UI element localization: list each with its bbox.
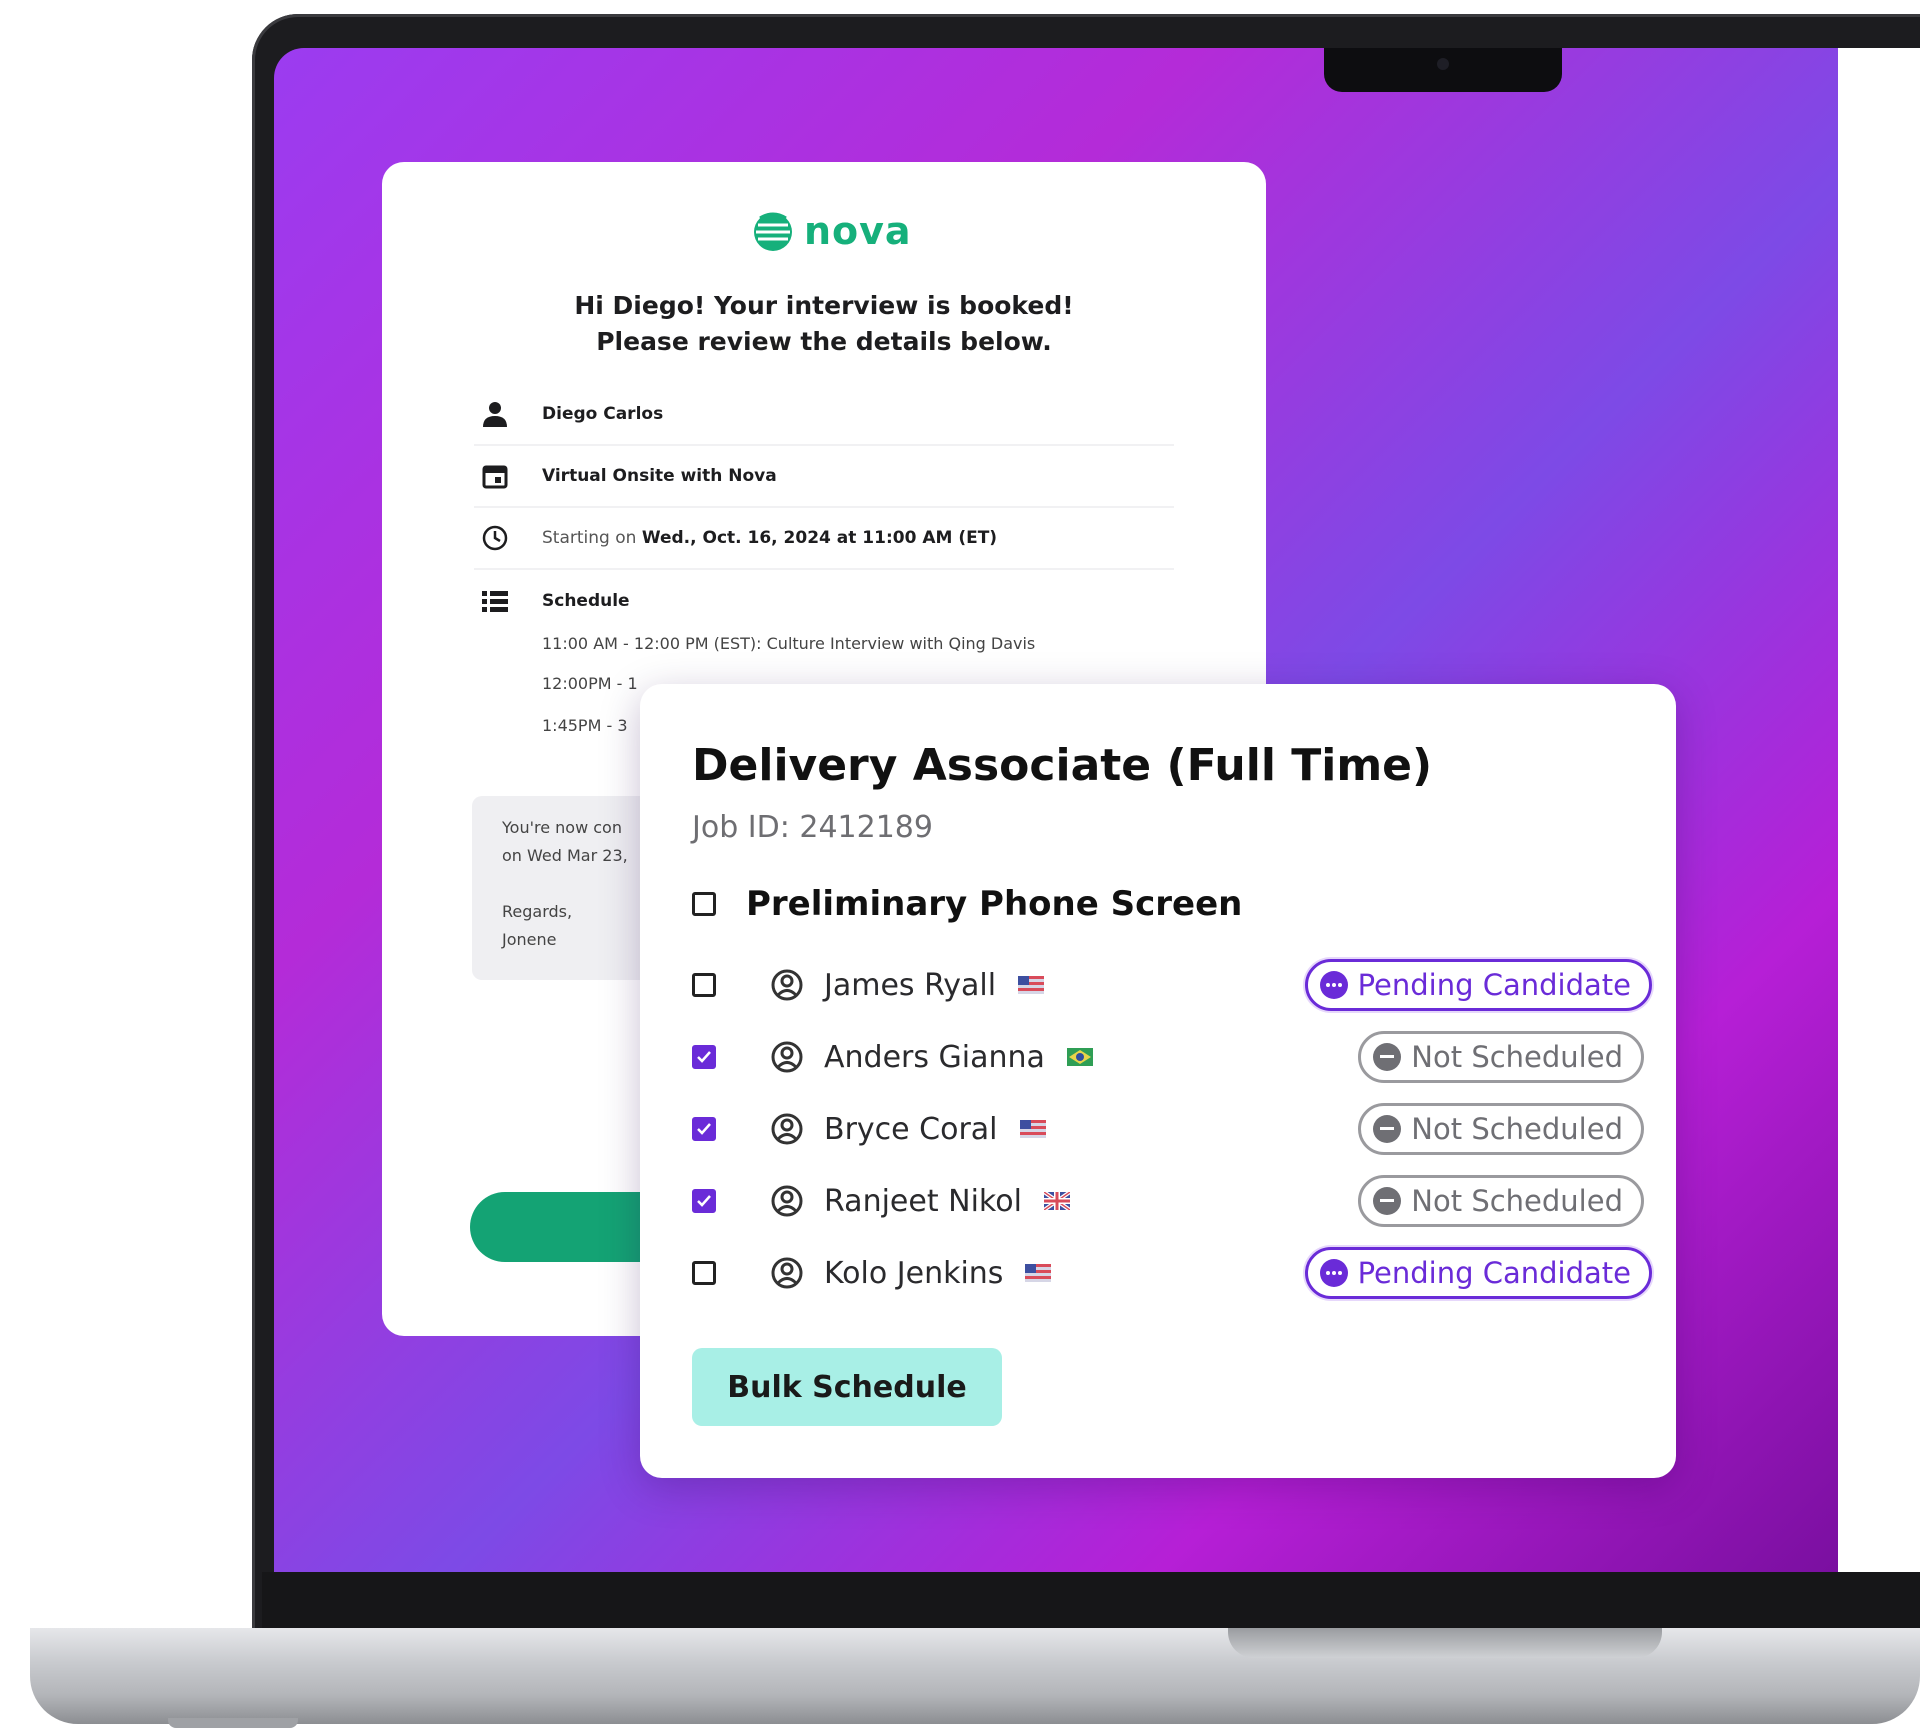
job-schedule-card: Delivery Associate (Full Time) Job ID: 2… [640,684,1676,1478]
greeting-line: Hi Diego! Your interview is booked! [574,291,1074,320]
notice-line: Jonene [502,930,557,949]
candidate-row: Kolo Jenkins Pending Candidate [692,1243,1652,1303]
detail-row-candidate: Diego Carlos [474,384,1174,446]
candidate-name[interactable]: Ranjeet Nikol [824,1184,1022,1219]
candidate-checkbox[interactable] [692,1261,716,1285]
nova-logo: nova [750,208,912,254]
user-circle-icon [771,1185,803,1217]
detail-row-start: Starting on Wed., Oct. 16, 2024 at 11:00… [474,508,1174,570]
status-text: Not Scheduled [1411,1112,1623,1146]
greeting: Hi Diego! Your interview is booked! Plea… [382,288,1266,360]
notice-line: Regards, [502,902,573,921]
logo-text: nova [804,209,912,253]
clock-icon [478,523,512,553]
list-icon [478,586,512,616]
us-flag-icon [1025,1264,1052,1282]
stage-label: Preliminary Phone Screen [746,884,1243,924]
minus-icon [1373,1187,1402,1215]
us-flag-icon [1018,976,1045,994]
status-text: Pending Candidate [1357,968,1631,1002]
status-text: Not Scheduled [1411,1040,1623,1074]
globe-icon [754,212,792,251]
interview-details: Diego Carlos Virtual Onsite with Nova St… [474,384,1174,735]
detail-row-event: Virtual Onsite with Nova [474,446,1174,508]
job-id: Job ID: 2412189 [692,810,933,845]
schedule-item: 1:45PM - 3 [542,716,628,735]
bulk-schedule-button[interactable]: Bulk Schedule [692,1348,1002,1426]
stage-group: Preliminary Phone Screen [692,884,1242,924]
candidate-row: James Ryall Pending Candidate [692,955,1652,1015]
job-title: Delivery Associate (Full Time) [692,740,1433,791]
status-text: Not Scheduled [1411,1184,1623,1218]
candidate-checkbox[interactable] [692,973,716,997]
candidate-name[interactable]: Kolo Jenkins [824,1256,1003,1291]
us-flag-icon [1019,1120,1046,1138]
status-badge[interactable]: Not Scheduled [1358,1175,1644,1227]
status-badge[interactable]: Pending Candidate [1304,959,1652,1011]
candidate-row: Ranjeet Nikol Not Scheduled [692,1171,1652,1231]
trackpad-notch [1228,1628,1662,1658]
screen-edge [1838,48,1920,1572]
event-name: Virtual Onsite with Nova [542,466,777,486]
candidate-checkbox-checked[interactable] [692,1045,716,1069]
more-icon [1319,1259,1348,1287]
status-badge[interactable]: Pending Candidate [1304,1247,1652,1299]
status-badge[interactable]: Not Scheduled [1358,1103,1644,1155]
candidate-name[interactable]: Anders Gianna [824,1040,1045,1075]
user-circle-icon [771,1041,803,1073]
notice-line: on Wed Mar 23, [502,846,628,865]
candidate-name[interactable]: Bryce Coral [824,1112,998,1147]
user-circle-icon [771,969,803,1001]
camera-icon [1437,58,1449,70]
candidate-checkbox-checked[interactable] [692,1189,716,1213]
candidate-checkbox-checked[interactable] [692,1117,716,1141]
candidate-name[interactable]: James Ryall [824,968,996,1003]
user-circle-icon [771,1257,803,1289]
br-flag-icon [1066,1048,1093,1066]
status-text: Pending Candidate [1357,1256,1631,1290]
schedule-title: Schedule [542,591,630,611]
greeting-line: Please review the details below. [596,327,1052,356]
user-circle-icon [771,1113,803,1145]
confirmation-notice: You're now con on Wed Mar 23, Regards, J… [472,796,662,980]
minus-icon [1373,1115,1402,1143]
status-badge[interactable]: Not Scheduled [1358,1031,1644,1083]
schedule-item: 11:00 AM - 12:00 PM (EST): Culture Inter… [542,634,1036,653]
minus-icon [1373,1043,1402,1071]
candidate-name: Diego Carlos [542,404,664,424]
notice-line: You're now con [502,818,622,837]
uk-flag-icon [1043,1192,1070,1210]
calendar-icon [478,461,512,491]
bottom-bezel [262,1572,1920,1628]
starting-prefix: Starting on [542,528,637,548]
camera-notch [1324,48,1562,92]
candidate-row: Anders Gianna Not Scheduled [692,1027,1652,1087]
candidate-row: Bryce Coral Not Scheduled [692,1099,1652,1159]
laptop-foot [168,1718,298,1728]
schedule-title-row: Schedule [474,586,630,616]
schedule-item: 12:00PM - 1 [542,674,638,693]
person-icon [478,399,512,429]
more-icon [1319,971,1348,999]
stage-checkbox[interactable] [692,892,716,916]
starting-datetime: Wed., Oct. 16, 2024 at 11:00 AM (ET) [641,528,998,548]
